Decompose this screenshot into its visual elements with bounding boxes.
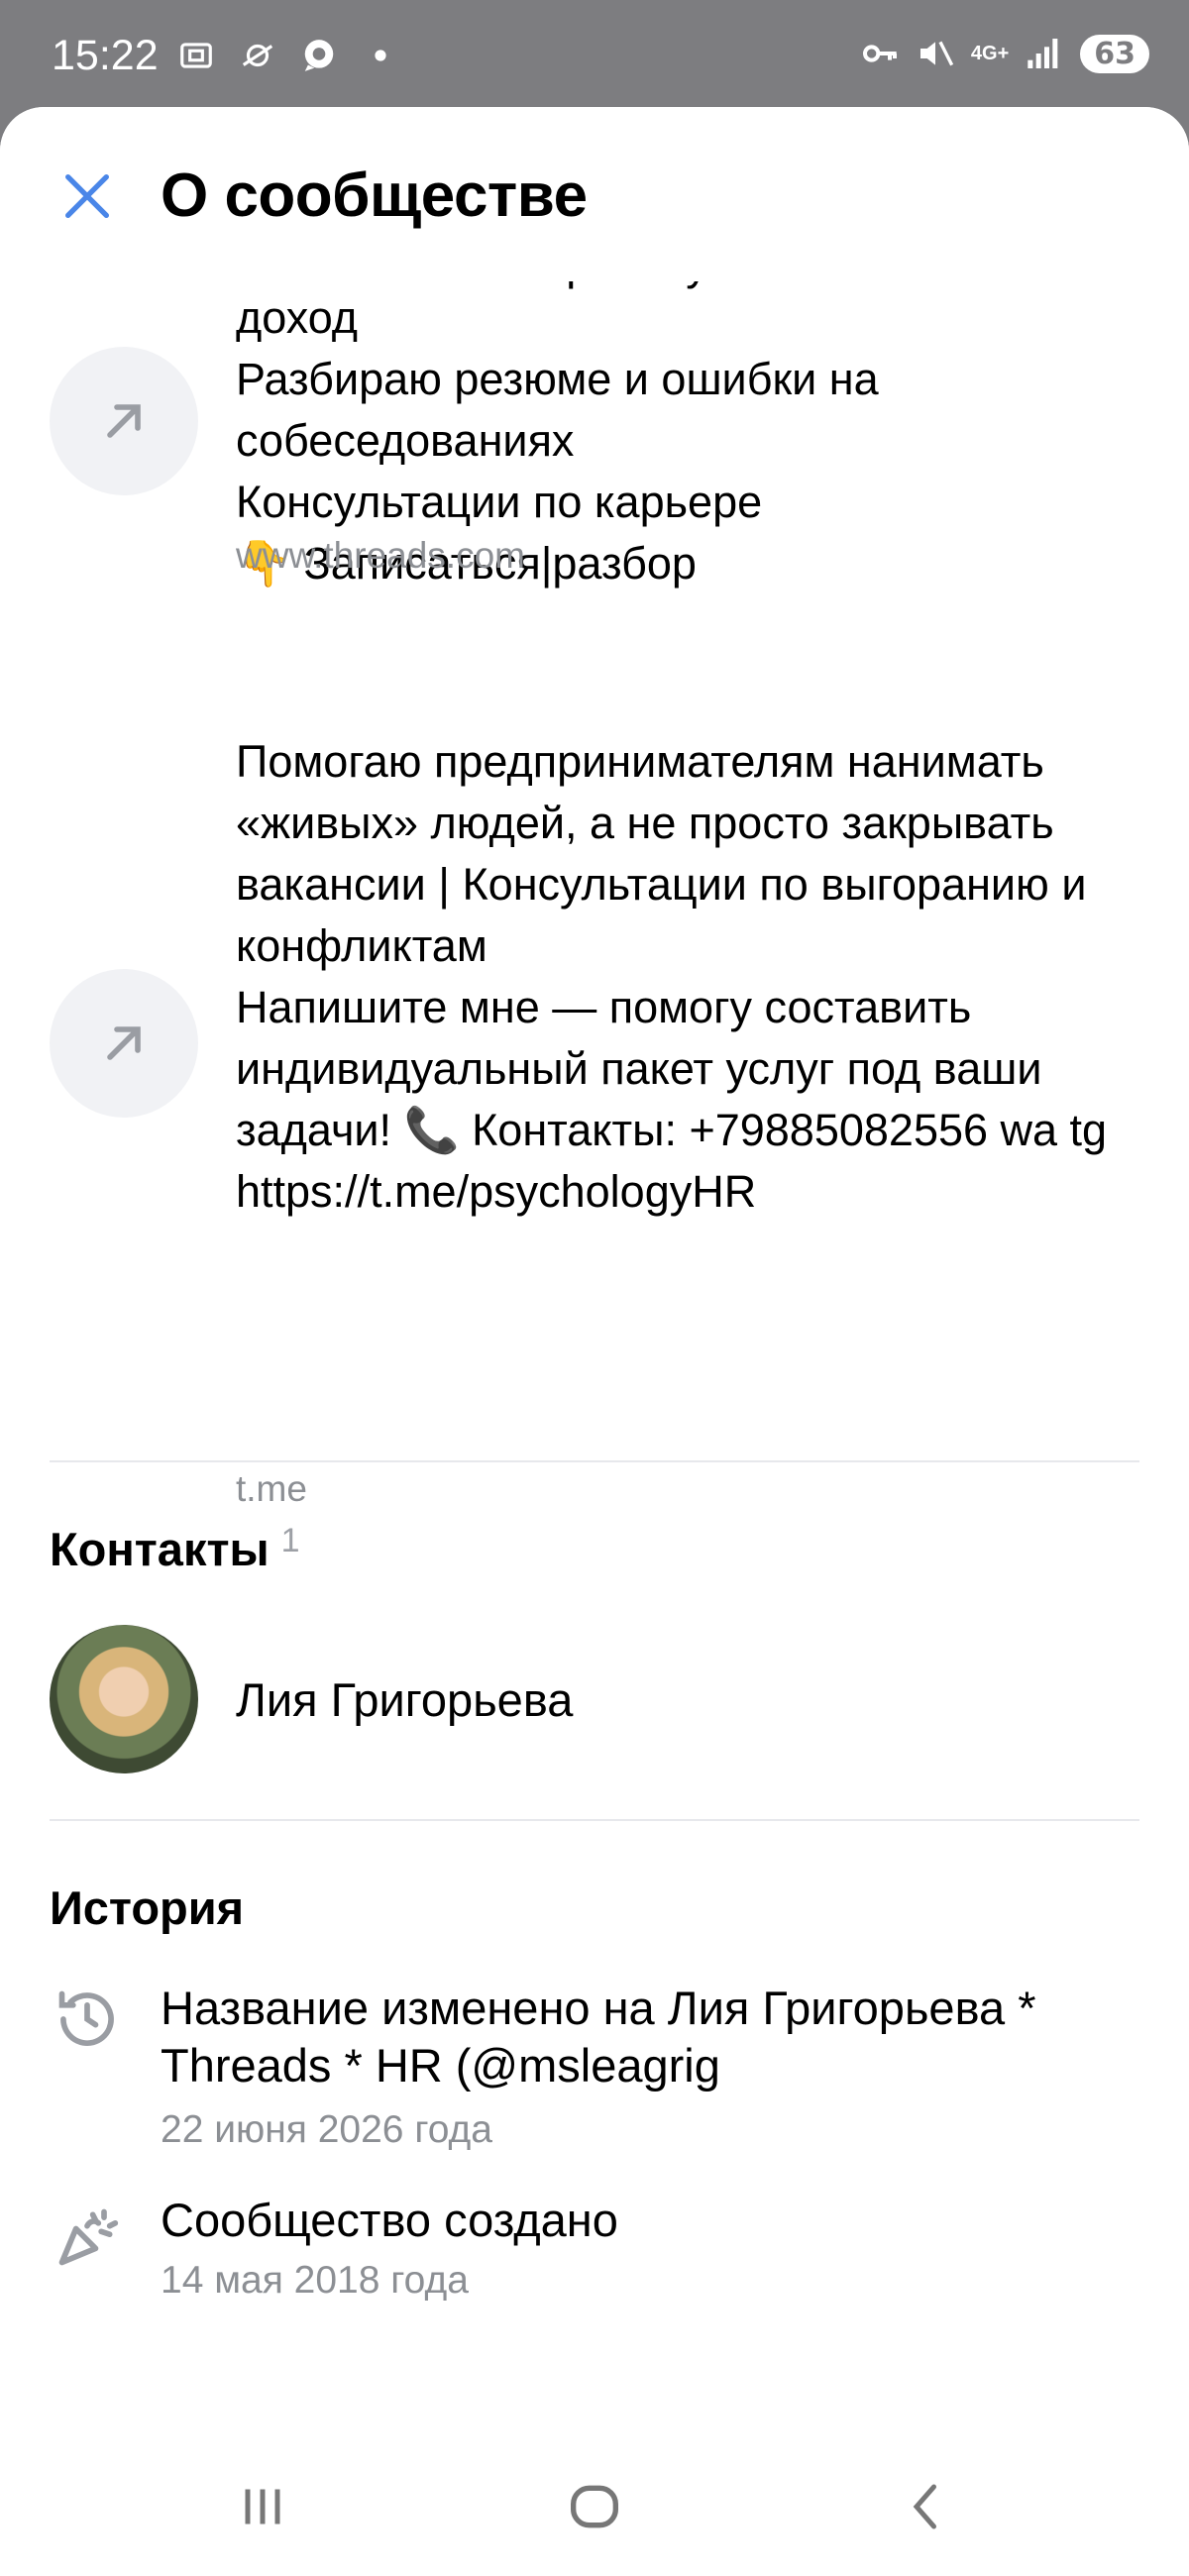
screenshot-icon xyxy=(176,36,216,75)
sheet-header: О сообществе xyxy=(0,107,1189,281)
link-description: Помогаю предпринимателям нанимать «живых… xyxy=(236,736,1108,1217)
page-title: О сообществе xyxy=(161,161,588,230)
chat-bubble-icon xyxy=(299,36,339,75)
system-nav-bar xyxy=(0,2437,1189,2576)
contact-name: Лия Григорьева xyxy=(236,1673,574,1726)
key-icon xyxy=(860,34,900,73)
back-icon xyxy=(913,2484,936,2529)
close-icon xyxy=(65,174,109,218)
close-button[interactable] xyxy=(50,159,125,234)
contacts-section-title: Контакты 1 xyxy=(50,1522,300,1576)
history-item-title: Сообщество создано xyxy=(161,2194,618,2246)
history-item-title: Название изменено на Лия Григорьева * Th… xyxy=(161,1982,1036,2092)
history-clock-icon xyxy=(50,1982,125,2057)
status-icons-left xyxy=(176,36,400,75)
history-item-date: 14 мая 2018 года xyxy=(161,2259,469,2302)
contacts-title: Контакты xyxy=(50,1523,270,1575)
divider xyxy=(50,1460,1139,1462)
back-button[interactable] xyxy=(882,2467,971,2546)
external-link-icon xyxy=(50,969,198,1118)
battery-icon: 63 xyxy=(1080,34,1149,73)
home-button[interactable] xyxy=(550,2467,639,2546)
history-item-date: 22 июня 2026 года xyxy=(161,2108,492,2151)
contacts-count: 1 xyxy=(280,1522,300,1559)
divider xyxy=(50,1819,1139,1821)
dot-icon xyxy=(361,36,400,75)
avatar xyxy=(50,1625,198,1773)
mute-icon xyxy=(916,34,955,73)
party-popper-icon xyxy=(50,2200,125,2275)
about-community-sheet: Помогаю найти работу и повысить доход Ра… xyxy=(0,107,1189,2576)
home-icon xyxy=(571,2485,618,2528)
status-icons-right: 4G+ 63 xyxy=(860,34,1149,73)
recent-apps-icon xyxy=(245,2489,280,2524)
link-item[interactable]: Помогаю предпринимателям нанимать «живых… xyxy=(0,731,1189,1514)
link-domain: t.me xyxy=(236,1468,307,1509)
status-time: 15:22 xyxy=(52,32,159,79)
network-type: 4G+ xyxy=(970,43,1010,64)
external-link-icon xyxy=(50,347,198,495)
data-saver-icon xyxy=(238,36,277,75)
status-bar: 15:22 4G+ 63 xyxy=(0,0,1189,107)
signal-icon xyxy=(1025,34,1064,73)
link-domain: www.threads.com xyxy=(236,535,525,576)
history-section-title: История xyxy=(50,1881,245,1934)
recent-apps-button[interactable] xyxy=(218,2467,307,2546)
